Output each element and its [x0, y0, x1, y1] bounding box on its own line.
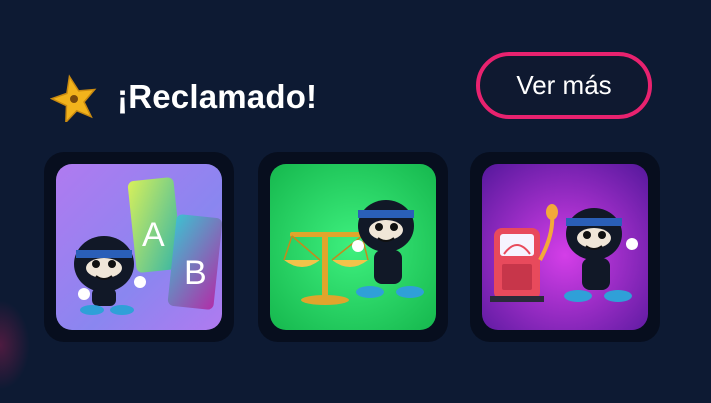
ninja-ab-test-illustration: A B [56, 164, 222, 330]
reward-card-ab[interactable]: A B [44, 152, 234, 342]
star-icon [50, 74, 97, 122]
claimed-header: ¡Reclamado! Ver más [0, 0, 711, 150]
ab-letter-b: B [184, 254, 207, 292]
page-title: ¡Reclamado! [117, 78, 318, 115]
reward-card-fuel[interactable] [470, 152, 660, 342]
side-glow [0, 300, 30, 390]
ninja-scale-illustration [270, 164, 436, 330]
ab-letter-a: A [142, 216, 165, 254]
see-more-button[interactable]: Ver más [476, 52, 652, 119]
ninja-fuel-pump-illustration [482, 164, 648, 330]
reward-card-scale[interactable] [258, 152, 448, 342]
